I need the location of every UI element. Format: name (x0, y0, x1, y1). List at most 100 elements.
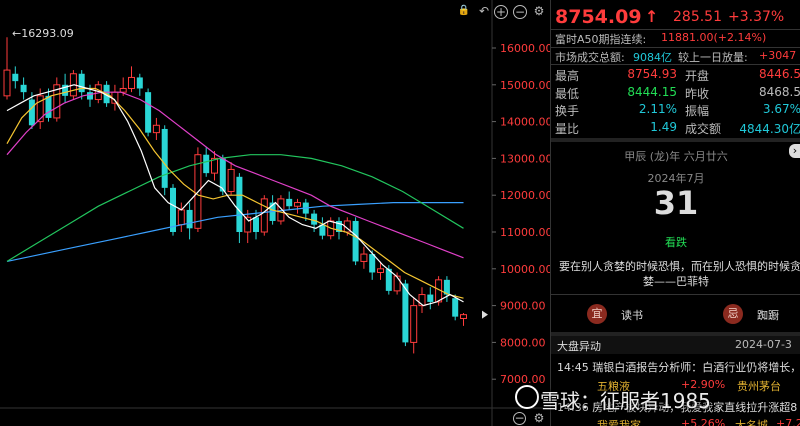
lock-icon[interactable]: 🔒 (457, 4, 471, 18)
candle-body-up (260, 198, 268, 233)
calendar-day: 31 (653, 184, 699, 222)
zoom-out-icon[interactable]: − (513, 5, 527, 19)
kline-chart[interactable]: 16000.00 15000.00 14000.00 13000.00 12000.00… (0, 0, 550, 426)
calendar-card: 甲辰 (龙)年 六月廿六 › 2024年7月 31 看跌 要在别人贪婪的时候恐惧… (551, 142, 800, 302)
candle-body-up (227, 168, 235, 193)
turnover-label: 市场成交总额: (555, 51, 625, 64)
news-item-4-pct: +5.26% (681, 417, 726, 426)
y-axis-label: 12000.00 (500, 189, 550, 202)
news-item-1[interactable]: 14:45 瑞银白酒报告分析师：白酒行业仍将增长， (557, 359, 800, 375)
candle-body-down (161, 128, 168, 188)
news-title: 大盘异动 (557, 340, 601, 353)
bottom-zoom-out-icon[interactable]: − (513, 412, 526, 425)
yi-label[interactable]: 读书 (621, 307, 643, 323)
ma120-line (6, 202, 464, 262)
candle-body-up (393, 275, 401, 292)
y-axis-label: 9000.00 (500, 300, 546, 313)
kline-svg[interactable]: 16000.00 15000.00 14000.00 13000.00 12000.00… (0, 0, 550, 426)
candle-body-down (369, 254, 376, 273)
up-arrow-icon: ↑ (645, 7, 659, 26)
candle-body-up (152, 124, 160, 134)
candle-body-down (236, 176, 243, 232)
stat-label: 最低 (555, 86, 580, 101)
futures-value: 11881.00(+2.14%) (661, 31, 767, 44)
candle-body-down (170, 187, 176, 232)
news-item-4-pct2: +7.21% (776, 417, 800, 426)
news-item-2-stock2[interactable]: 贵州茅台 (737, 378, 781, 394)
stat-value: 8446.5 (759, 67, 800, 81)
candle-body-down (427, 294, 434, 302)
calendar-toggle[interactable]: › (789, 144, 800, 158)
candle-body-up (377, 268, 384, 273)
y-axis-label: 7000.00 (500, 373, 546, 386)
price-row: 8754.09 ↑ 285.51 +3.37% (551, 6, 800, 28)
stat-label: 最高 (555, 69, 580, 83)
ma20-line (6, 91, 464, 259)
volume-change-value: +3047 (759, 49, 797, 62)
y-axis-label: 8000.00 (500, 336, 546, 349)
news-date: 2024-07-3 (735, 338, 792, 351)
y-axis-label: 13000.00 (500, 152, 550, 165)
candle-body-down (352, 220, 359, 262)
candle-body-down (136, 77, 143, 89)
candle-body-down (45, 95, 52, 118)
candle-body-down (145, 92, 152, 133)
turnover-value: 9084亿 (633, 51, 672, 64)
snowball-logo-icon (515, 385, 539, 409)
candle-body-up (177, 209, 185, 226)
y-axis-label: 11000.00 (500, 226, 550, 239)
settings-icon[interactable]: ⚙ (532, 4, 546, 18)
candle-body-down (78, 73, 85, 93)
zoom-in-icon[interactable]: + (494, 5, 508, 19)
stat-value: 8754.93 (627, 67, 677, 81)
candle-body-down (253, 217, 259, 232)
ma60-line (6, 154, 464, 262)
stat-value: 2.11% (638, 102, 677, 116)
candle-body-up (294, 202, 301, 207)
ma10-line (6, 87, 464, 299)
candle-body-up (360, 253, 368, 262)
ji-label[interactable]: 踟蹰 (757, 307, 779, 323)
yi-circle-icon: 宜 (587, 304, 607, 324)
futures-label: 富时A50期指连续: (555, 33, 647, 46)
stat-value: 4844.30亿 (739, 121, 800, 136)
undo-icon[interactable]: ↶ (477, 4, 491, 18)
candle-body-down (186, 209, 193, 229)
y-axis-label: 14000.00 (500, 116, 550, 129)
stat-value: 1.49 (650, 119, 677, 134)
stat-value: 3.67% (762, 102, 800, 116)
candle-body-down (452, 298, 459, 317)
high-price-marker: ←16293.09 (12, 27, 74, 40)
candle-body-down (28, 99, 35, 126)
candle-body-down (20, 84, 27, 93)
candle-body-up (3, 69, 11, 97)
candle-body-down (12, 73, 19, 82)
stat-value: 8468.5 (759, 84, 800, 99)
lunar-date: 甲辰 (龙)年 六月廿六 (624, 150, 728, 163)
candle-body-down (286, 198, 293, 207)
candle-body-up (460, 314, 467, 319)
y-axis-label: 16000.00 (500, 42, 550, 55)
price-percent: +3.37% (728, 9, 785, 25)
news-item-4-stock2[interactable]: 大名城 (735, 417, 768, 426)
last-price: 8754.09 (555, 6, 642, 28)
quote-line-2: 婪——巴菲特 (643, 275, 709, 288)
stat-label: 量比 (555, 121, 580, 136)
candle-body-up (128, 76, 135, 89)
candle-body-down (203, 154, 210, 174)
news-header: 大盘异动 2024-07-3 (551, 336, 800, 354)
y-axis-label: 15000.00 (500, 79, 550, 92)
market-mood: 看跌 (665, 236, 687, 249)
candle-body-down (87, 92, 93, 100)
volume-change-label: 较上一日放量: (678, 51, 748, 64)
stat-value: 8444.15 (627, 84, 677, 99)
candle-body-down (311, 213, 318, 225)
candle-body-up (410, 305, 418, 343)
y-axis-label: 10000.00 (500, 263, 550, 276)
stat-label: 换手 (555, 104, 580, 118)
quote-panel: 8754.09 ↑ 285.51 +3.37% 富时A50期指连续: 11881… (550, 0, 800, 426)
ji-circle-icon: 忌 (723, 304, 743, 324)
price-change: 285.51 (673, 9, 722, 25)
news-item-4-stock[interactable]: 我爱我家 (597, 417, 641, 426)
quote-line-1: 要在别人贪婪的时候恐惧，而在别人恐惧的时候贪 (559, 260, 800, 273)
